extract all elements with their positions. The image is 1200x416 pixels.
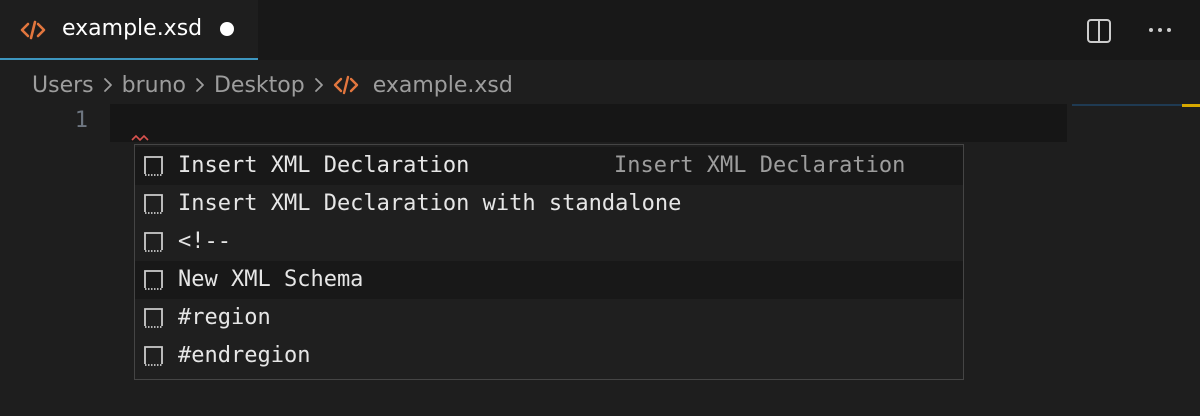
suggest-item-label: Insert XML Declaration xyxy=(178,153,470,178)
xml-code-icon xyxy=(333,75,358,95)
snippet-icon xyxy=(144,156,163,176)
chevron-right-icon xyxy=(196,78,204,92)
suggest-item[interactable]: #region xyxy=(135,299,963,337)
suggest-item[interactable]: New XML Schema xyxy=(135,261,963,299)
suggest-item-label: Insert XML Declaration with standalone xyxy=(178,191,682,216)
minimap-viewport[interactable] xyxy=(1072,104,1200,106)
suggest-item[interactable]: #endregion xyxy=(135,337,963,375)
suggest-widget: Insert XML Declaration Insert XML Declar… xyxy=(134,144,964,380)
breadcrumb-item-bruno[interactable]: bruno xyxy=(122,73,186,98)
suggest-item-label: #region xyxy=(178,305,271,330)
snippet-icon xyxy=(144,194,163,214)
chevron-right-icon xyxy=(314,78,323,92)
error-squiggle xyxy=(131,134,149,142)
more-actions-icon[interactable] xyxy=(1146,16,1174,44)
xml-code-icon xyxy=(20,20,46,40)
tab-example-xsd[interactable]: example.xsd xyxy=(0,0,258,60)
suggest-item-label: <!-- xyxy=(178,229,231,254)
snippet-icon xyxy=(144,270,163,290)
line-number: 1 xyxy=(74,108,88,133)
suggest-item[interactable]: Insert XML Declaration with standalone xyxy=(135,185,963,223)
suggest-item-label: New XML Schema xyxy=(178,267,364,292)
snippet-icon xyxy=(144,232,163,252)
breadcrumb-item-users[interactable]: Users xyxy=(32,73,94,98)
suggest-item-detail: Insert XML Declaration xyxy=(614,153,906,178)
snippet-icon xyxy=(144,346,163,366)
breadcrumb-file[interactable]: example.xsd xyxy=(373,73,513,98)
chevron-right-icon xyxy=(103,78,112,92)
suggest-item[interactable]: <!-- xyxy=(135,223,963,261)
breadcrumb: Users bruno Desktop example.xsd xyxy=(32,70,513,100)
tab-label: example.xsd xyxy=(62,16,203,41)
tab-bar: example.xsd xyxy=(0,0,1200,60)
breadcrumb-item-desktop[interactable]: Desktop xyxy=(214,73,305,98)
suggest-item[interactable]: Insert XML Declaration Insert XML Declar… xyxy=(135,147,963,185)
unsaved-dot-icon[interactable] xyxy=(220,22,234,36)
current-line-highlight[interactable] xyxy=(110,104,1067,142)
split-editor-icon[interactable] xyxy=(1086,18,1112,44)
snippet-icon xyxy=(144,308,163,328)
minimap-marker xyxy=(1182,104,1200,107)
suggest-item-label: #endregion xyxy=(178,343,311,368)
